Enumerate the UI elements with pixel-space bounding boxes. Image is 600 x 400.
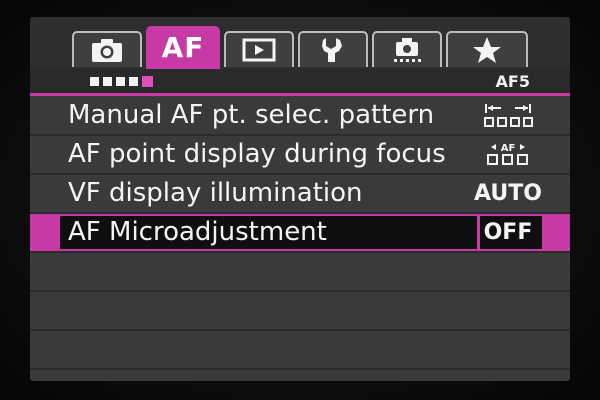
custom-functions-icon [390,36,424,64]
tab-custom-functions[interactable] [372,31,442,67]
svg-text:AF: AF [501,143,516,154]
menu-tabs: AF [30,17,570,69]
lcd-screen: AF AF5 Manual AF pt. selec. pattern AF p… [30,17,570,381]
tab-playback[interactable] [224,31,294,67]
empty-row [30,253,570,292]
page-indicator [90,76,153,87]
page-dot [103,77,112,86]
empty-row [30,331,570,370]
menu-item[interactable]: VF display illumination AUTO [30,175,570,214]
menu-list: Manual AF pt. selec. pattern AF point di… [30,97,570,370]
tab-af-label: AF [161,31,205,64]
page-label: AF5 [495,72,530,91]
menu-item-label: AF point display during focus [68,139,446,169]
tab-camera[interactable] [72,31,142,67]
empty-row [30,292,570,331]
af-pattern-stop-icon [478,100,538,130]
menu-item-label: AF Microadjustment [68,217,327,247]
menu-item-label: VF display illumination [68,178,363,208]
menu-item-value: OFF [483,219,533,245]
star-icon [472,36,502,64]
tab-setup[interactable] [298,31,368,67]
page-subheader: AF5 [30,69,570,93]
page-dot [90,77,99,86]
menu-item[interactable]: Manual AF pt. selec. pattern [30,97,570,136]
menu-item-value: AUTO [474,180,542,206]
page-dot [116,77,125,86]
af-point-display-icon: AF [478,139,538,169]
tab-my-menu[interactable] [446,31,528,67]
menu-item-selected[interactable]: AF Microadjustment OFF [30,214,570,253]
page-dot [129,77,138,86]
playback-icon [242,38,276,62]
camera-icon [90,37,124,63]
menu-item[interactable]: AF point display during focus AF [30,136,570,175]
page-dot-current [142,76,153,87]
wrench-icon [320,36,346,64]
tab-af[interactable]: AF [146,26,220,69]
accent-divider [30,93,570,96]
menu-item-label: Manual AF pt. selec. pattern [68,100,435,130]
